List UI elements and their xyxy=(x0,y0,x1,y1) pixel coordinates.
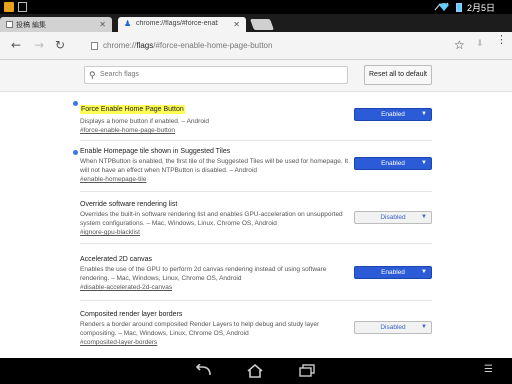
status-bar: 2月5日 13:11 xyxy=(0,0,512,24)
nav-menu-icon[interactable]: ☰ xyxy=(484,364,493,376)
flag-select-value: Disabled xyxy=(380,214,406,221)
flag-description: Renders a border around composited Rende… xyxy=(80,321,320,337)
nav-home-icon[interactable] xyxy=(246,364,264,378)
reload-icon[interactable]: ↻ xyxy=(55,38,65,52)
flag-title: Composited render layer borders xyxy=(80,311,183,318)
flag-select-value: Enabled xyxy=(381,160,405,167)
flag-title: Enable Homepage tile shown in Suggested … xyxy=(80,148,231,155)
dropdown-arrow-icon: ▼ xyxy=(421,214,427,220)
flags-page: ⚲ Search flags Reset all to default Forc… xyxy=(0,60,512,358)
nav-back-icon[interactable] xyxy=(194,364,212,378)
flag-anchor[interactable]: #force-enable-home-page-button xyxy=(80,126,430,135)
person-icon: ♟ xyxy=(124,19,132,28)
search-placeholder: Search flags xyxy=(100,71,139,78)
close-icon[interactable]: ✕ xyxy=(233,20,240,29)
page-icon xyxy=(91,42,98,50)
tab-title: chrome://flags/#force-enable-h xyxy=(136,20,218,27)
flag-item: Force Enable Home Page Button Displays a… xyxy=(73,98,432,135)
nav-recent-apps-icon[interactable] xyxy=(298,364,316,378)
divider xyxy=(80,300,432,301)
flag-anchor[interactable]: #ignore-gpu-blacklist xyxy=(80,228,430,237)
dropdown-arrow-icon: ▼ xyxy=(421,160,427,166)
tab-post-edit[interactable]: 投稿 編集 ✕ xyxy=(0,17,112,32)
flag-description: Overrides the built-in software renderin… xyxy=(80,211,343,227)
divider xyxy=(80,140,432,141)
flag-description: Enables the use of the GPU to perform 2d… xyxy=(80,266,327,282)
flag-item: Composited render layer borders Renders … xyxy=(80,310,432,347)
reset-all-button[interactable]: Reset all to default xyxy=(364,65,432,85)
new-tab-button[interactable] xyxy=(249,19,275,30)
screen: 2月5日 13:11 投稿 編集 ✕ ♟ chrome://flags/#for… xyxy=(0,0,512,384)
flag-anchor[interactable]: #enable-homepage-tile xyxy=(80,175,430,184)
system-nav-bar: ☰ xyxy=(0,358,512,384)
flag-select[interactable]: Enabled ▼ xyxy=(354,157,432,170)
flag-anchor[interactable]: #composited-layer-borders xyxy=(80,338,430,347)
flag-select-value: Enabled xyxy=(381,269,405,276)
flag-select[interactable]: Disabled ▼ xyxy=(354,321,432,334)
document-notification-icon xyxy=(18,2,27,12)
dropdown-arrow-icon: ▼ xyxy=(421,324,427,330)
address-bar[interactable]: chrome://flags/#force-enable-home-page-b… xyxy=(85,37,415,55)
flag-title: Force Enable Home Page Button xyxy=(80,105,185,114)
flag-select[interactable]: Disabled ▼ xyxy=(354,211,432,224)
modified-dot xyxy=(73,101,78,106)
wifi-icon xyxy=(439,3,449,11)
url-scheme: chrome:// xyxy=(103,41,137,50)
page-icon xyxy=(6,21,13,28)
flag-select[interactable]: Enabled ▼ xyxy=(354,266,432,279)
forward-icon[interactable]: → xyxy=(34,38,44,52)
search-header: ⚲ Search flags Reset all to default xyxy=(0,60,512,92)
flag-item: Override software rendering list Overrid… xyxy=(80,200,432,237)
dropdown-arrow-icon: ▼ xyxy=(421,269,427,275)
search-icon: ⚲ xyxy=(89,70,96,80)
flag-select[interactable]: Enabled ▼ xyxy=(354,108,432,121)
app-notification-icon xyxy=(4,2,14,12)
download-icon[interactable]: ⬇ xyxy=(476,39,484,49)
battery-icon xyxy=(456,3,462,12)
divider xyxy=(80,243,432,244)
close-icon[interactable]: ✕ xyxy=(99,20,106,29)
flag-description: When NTPButton is enabled, the first til… xyxy=(80,158,349,174)
url-path: /#force-enable-home-page-button xyxy=(153,41,273,50)
flag-select-value: Enabled xyxy=(381,111,405,118)
overflow-menu-icon[interactable]: ⋮ xyxy=(496,34,507,45)
modified-dot xyxy=(73,150,78,155)
toolbar: ← → ↻ chrome://flags/#force-enable-home-… xyxy=(0,32,512,60)
flag-title: Override software rendering list xyxy=(80,201,178,208)
back-icon[interactable]: ← xyxy=(11,38,21,52)
flag-item: Enable Homepage tile shown in Suggested … xyxy=(73,147,432,184)
tab-strip: 投稿 編集 ✕ ♟ chrome://flags/#force-enable-h… xyxy=(0,14,512,32)
search-input[interactable]: ⚲ Search flags xyxy=(84,66,348,84)
flag-anchor[interactable]: #disable-accelerated-2d-canvas xyxy=(80,283,430,292)
flag-item: Accelerated 2D canvas Enables the use of… xyxy=(80,255,432,292)
dropdown-arrow-icon: ▼ xyxy=(421,111,427,117)
bookmark-star-icon[interactable]: ☆ xyxy=(454,38,465,52)
flag-title: Accelerated 2D canvas xyxy=(80,256,152,263)
tab-flags[interactable]: ♟ chrome://flags/#force-enable-h ✕ xyxy=(118,17,246,32)
url-host: flags xyxy=(136,41,154,50)
flag-select-value: Disabled xyxy=(380,324,406,331)
divider xyxy=(80,191,432,192)
flag-description: Displays a home button if enabled. – And… xyxy=(80,118,210,125)
